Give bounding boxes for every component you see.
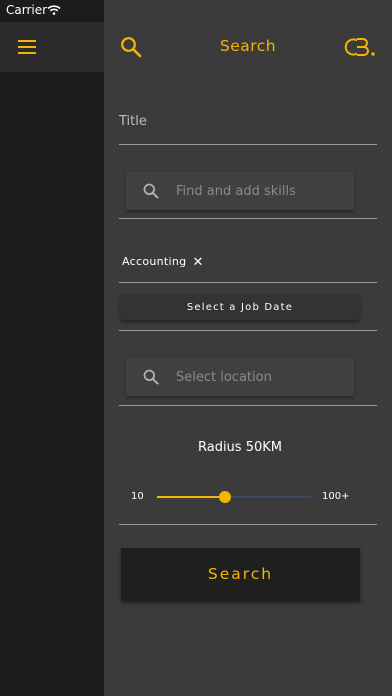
- skills-input[interactable]: [176, 172, 346, 210]
- radius-label: Radius 50KM: [197, 440, 282, 455]
- skill-chip: Accounting ✕: [122, 255, 204, 270]
- radius-slider-thumb[interactable]: [218, 491, 231, 503]
- radius-slider-fill: [157, 496, 225, 498]
- skills-search-box[interactable]: [126, 172, 354, 210]
- divider: [119, 330, 377, 331]
- search-icon: [143, 183, 159, 199]
- divider: [119, 144, 377, 145]
- divider: [119, 282, 377, 283]
- location-search-box[interactable]: [126, 358, 354, 396]
- search-drawer: Search Title Accounting ✕ Select a Job Da…: [104, 0, 392, 696]
- location-input[interactable]: [176, 358, 346, 396]
- search-button[interactable]: Search: [121, 548, 360, 601]
- divider: [119, 405, 377, 406]
- title-field[interactable]: Title: [119, 114, 147, 129]
- slider-max-label: 100+: [322, 491, 350, 502]
- slider-min-label: 10: [131, 491, 144, 502]
- divider: [119, 524, 377, 525]
- logo: [342, 34, 378, 60]
- skill-chip-label: Accounting: [122, 255, 187, 268]
- divider: [119, 218, 377, 219]
- menu-icon[interactable]: [18, 40, 36, 54]
- close-icon[interactable]: ✕: [192, 255, 203, 270]
- select-job-date-button[interactable]: Select a Job Date: [120, 295, 360, 320]
- search-icon: [143, 369, 159, 385]
